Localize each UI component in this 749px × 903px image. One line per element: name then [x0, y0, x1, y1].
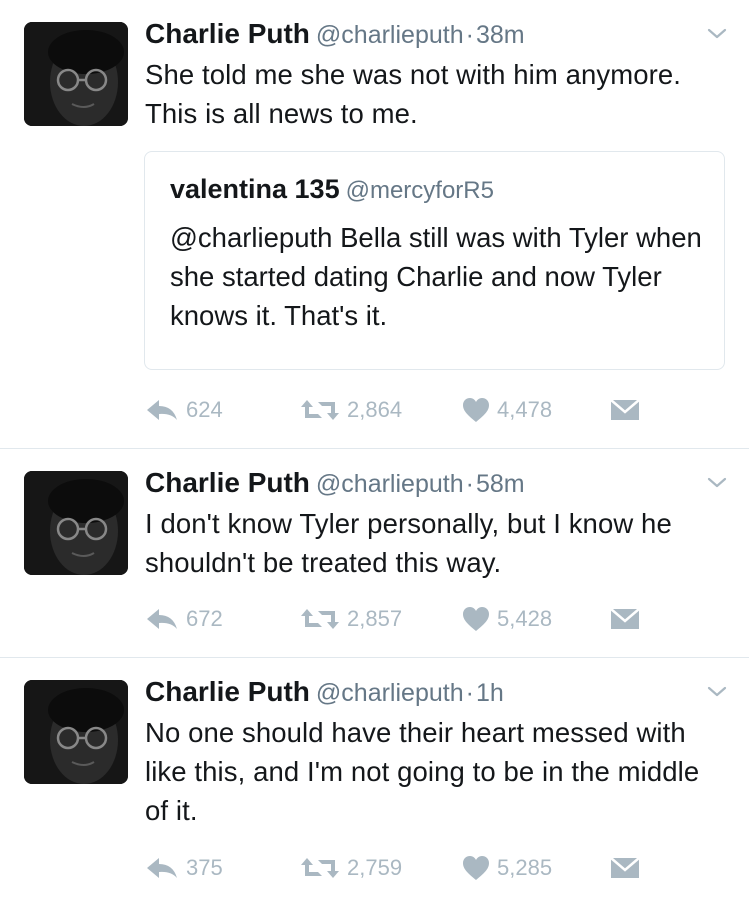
reply-count: 672	[186, 606, 223, 631]
retweet-button[interactable]: 2,759	[300, 850, 402, 886]
tweet-header: Charlie Puth @charlieputh·1h	[145, 676, 729, 712]
retweet-count: 2,857	[347, 606, 403, 631]
reply-icon	[147, 858, 177, 878]
avatar-image	[24, 680, 128, 784]
tweet-2[interactable]: Charlie Puth @charlieputh·58m I don't kno…	[0, 449, 749, 658]
retweet-count: 2,864	[347, 397, 403, 422]
heart-icon	[463, 398, 489, 422]
like-button[interactable]: 4,478	[462, 392, 552, 428]
separator: ·	[465, 470, 474, 498]
direct-message-button[interactable]	[610, 601, 640, 637]
separator: ·	[465, 679, 474, 707]
tweet-1[interactable]: Charlie Puth @charlieputh·38m She told me…	[0, 0, 749, 449]
reply-count: 624	[186, 397, 223, 422]
chevron-down-icon[interactable]	[705, 22, 729, 46]
reply-button[interactable]: 672	[145, 601, 223, 637]
author-handle[interactable]: @charlieputh	[316, 21, 464, 49]
like-count: 5,285	[497, 855, 553, 880]
retweet-count: 2,759	[347, 855, 403, 880]
reply-count: 375	[186, 855, 223, 880]
quoted-tweet[interactable]: valentina 135 @mercyforR5 @charlieputh Be…	[144, 151, 725, 370]
author-name[interactable]: Charlie Puth	[145, 467, 310, 498]
avatar[interactable]	[24, 22, 128, 126]
envelope-icon	[610, 399, 640, 420]
author-handle[interactable]: @charlieputh	[316, 679, 464, 707]
retweet-button[interactable]: 2,864	[300, 392, 402, 428]
tweet-text: I don't know Tyler personally, but I kno…	[145, 508, 672, 578]
chevron-down-icon[interactable]	[705, 471, 729, 495]
envelope-icon	[610, 857, 640, 878]
heart-icon	[463, 856, 489, 880]
reply-icon	[147, 609, 177, 629]
timestamp[interactable]: 58m	[476, 470, 525, 498]
tweet-actions: 624 2,864 4,478	[145, 392, 665, 428]
heart-icon	[463, 607, 489, 631]
avatar-image	[24, 22, 128, 126]
avatar[interactable]	[24, 680, 128, 784]
avatar-image	[24, 471, 128, 575]
chevron-down-icon[interactable]	[705, 680, 729, 704]
avatar[interactable]	[24, 471, 128, 575]
quoted-author-handle: @mercyforR5	[345, 177, 494, 204]
tweet-header: Charlie Puth @charlieputh·38m	[145, 18, 729, 54]
tweet-header: Charlie Puth @charlieputh·58m	[145, 467, 729, 503]
direct-message-button[interactable]	[610, 850, 640, 886]
author-name[interactable]: Charlie Puth	[145, 18, 310, 49]
like-count: 5,428	[497, 606, 553, 631]
envelope-icon	[610, 608, 640, 629]
tweet-actions: 672 2,857 5,428	[145, 601, 665, 637]
tweet-actions: 375 2,759 5,285	[145, 850, 665, 886]
like-button[interactable]: 5,428	[462, 601, 552, 637]
timestamp[interactable]: 1h	[476, 679, 504, 707]
reply-button[interactable]: 375	[145, 850, 223, 886]
tweet-text: No one should have their heart messed wi…	[145, 717, 700, 826]
timestamp[interactable]: 38m	[476, 21, 525, 49]
like-count: 4,478	[497, 397, 553, 422]
retweet-icon	[301, 609, 339, 629]
quoted-tweet-header: valentina 135 @mercyforR5	[170, 174, 494, 205]
like-button[interactable]: 5,285	[462, 850, 552, 886]
direct-message-button[interactable]	[610, 392, 640, 428]
retweet-icon	[301, 858, 339, 878]
tweet-3[interactable]: Charlie Puth @charlieputh·1h No one shoul…	[0, 658, 749, 903]
retweet-icon	[301, 400, 339, 420]
author-handle[interactable]: @charlieputh	[316, 470, 464, 498]
reply-icon	[147, 400, 177, 420]
author-name[interactable]: Charlie Puth	[145, 676, 310, 707]
retweet-button[interactable]: 2,857	[300, 601, 402, 637]
separator: ·	[465, 21, 474, 49]
quoted-tweet-text: @charlieputh Bella still was with Tyler …	[170, 222, 702, 331]
reply-button[interactable]: 624	[145, 392, 223, 428]
tweet-text: She told me she was not with him anymore…	[145, 59, 682, 129]
quoted-author-name: valentina 135	[170, 174, 340, 204]
